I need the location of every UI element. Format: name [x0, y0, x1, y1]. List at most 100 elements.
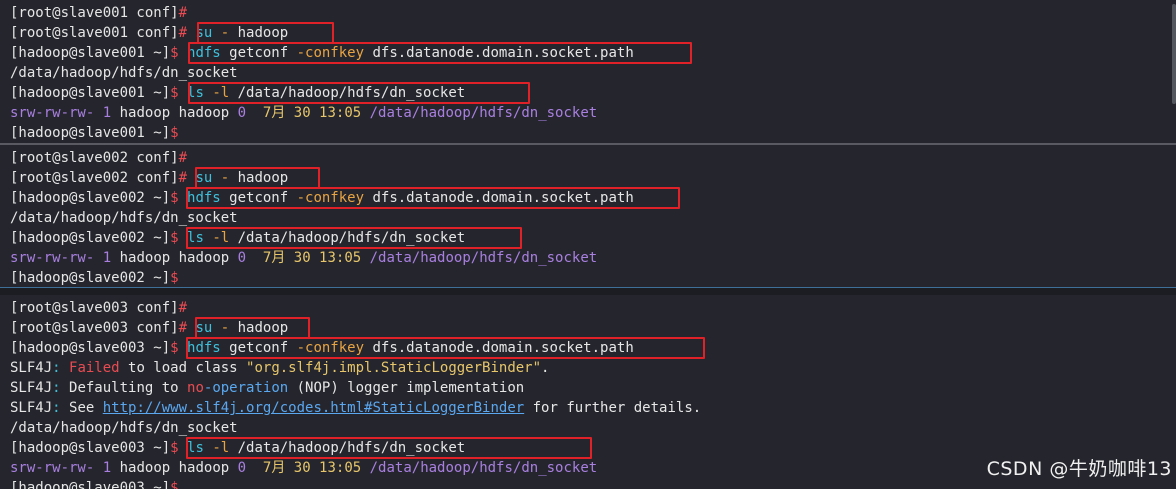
terminal-text: SLF4J	[10, 380, 53, 396]
terminal-text: [hadoop@slave003 ~]	[10, 440, 171, 456]
terminal-text: /data/hadoop/hdfs/dn_socket	[369, 460, 598, 476]
terminal-text: /data/hadoop/hdfs/dn_socket	[10, 210, 238, 226]
terminal-line: /data/hadoop/hdfs/dn_socket	[10, 418, 238, 438]
terminal-pane-slave001[interactable]: [root@slave001 conf]# [root@slave001 conf…	[0, 0, 1176, 143]
terminal-text: #	[178, 170, 196, 186]
terminal-text: Defaulting to	[69, 380, 188, 396]
terminal-text: #	[178, 150, 188, 166]
terminal-text: $	[170, 340, 188, 356]
terminal-text: $	[170, 440, 188, 456]
terminal-text: [root@slave001 conf]	[10, 25, 179, 41]
terminal-text: (NOP) logger implementation	[288, 380, 525, 396]
terminal-text: [root@slave001 conf]	[10, 5, 179, 21]
terminal-text: for further details.	[524, 400, 702, 416]
terminal-text: $	[170, 45, 188, 61]
terminal-text: $	[170, 230, 188, 246]
terminal-text: 0	[237, 250, 247, 266]
command-highlight-box	[188, 42, 692, 64]
terminal-text: #	[178, 320, 196, 336]
command-highlight-box	[195, 167, 320, 189]
terminal-text: :	[52, 400, 70, 416]
terminal-line: [root@slave002 conf]#	[10, 148, 187, 168]
terminal-text: [hadoop@slave003 ~]	[10, 480, 171, 489]
csdn-watermark: CSDN @牛奶咖啡13	[986, 458, 1172, 480]
terminal-text: [root@slave003 conf]	[10, 320, 179, 336]
terminal-text: 1	[102, 460, 112, 476]
terminal-text: [hadoop@slave002 ~]	[10, 230, 171, 246]
terminal-text: .	[541, 360, 550, 376]
terminal-text: 1	[102, 105, 112, 121]
terminal-pane-slave002[interactable]: [root@slave002 conf]# [root@slave002 conf…	[0, 145, 1176, 287]
terminal-text: #	[178, 25, 196, 41]
terminal-text: SLF4J	[10, 400, 53, 416]
terminal-line: srw-rw-rw- 1 hadoop hadoop 0 7月 30 13:05…	[10, 248, 597, 268]
terminal-text: no	[187, 380, 204, 396]
terminal-text: 0	[237, 105, 247, 121]
terminal-text: [hadoop@slave003 ~]	[10, 340, 171, 356]
terminal-text: srw-rw-rw-	[10, 250, 95, 266]
terminal-text: hadoop hadoop	[111, 105, 238, 121]
terminal-text: $	[170, 480, 179, 489]
terminal-text: :	[52, 360, 70, 376]
terminal-text: #	[178, 300, 188, 316]
terminal-line: [hadoop@slave001 ~]$	[10, 123, 179, 143]
terminal-text: /data/hadoop/hdfs/dn_socket	[10, 420, 238, 436]
terminal-line: /data/hadoop/hdfs/dn_socket	[10, 208, 238, 228]
terminal-text: srw-rw-rw-	[10, 105, 95, 121]
terminal-text: hadoop hadoop	[111, 460, 238, 476]
terminal-text: /data/hadoop/hdfs/dn_socket	[369, 250, 598, 266]
terminal-line: [hadoop@slave003 ~]$	[10, 478, 179, 489]
terminal-text: srw-rw-rw-	[10, 460, 95, 476]
terminal-text: 1	[102, 250, 112, 266]
terminal-line: SLF4J: See http://www.slf4j.org/codes.ht…	[10, 398, 701, 418]
terminal-text: $	[170, 125, 179, 141]
terminal-text: 7月 30 13:05	[246, 460, 370, 476]
terminal-text: #	[178, 5, 188, 21]
terminal-line: SLF4J: Defaulting to no-operation (NOP) …	[10, 378, 524, 398]
pane-divider[interactable]	[0, 287, 1176, 295]
terminal-text: SLF4J	[10, 360, 53, 376]
terminal-text: -operation	[203, 380, 289, 396]
terminal-line: srw-rw-rw- 1 hadoop hadoop 0 7月 30 13:05…	[10, 103, 597, 123]
terminal-text: 7月 30 13:05	[246, 105, 370, 121]
terminal-text: [hadoop@slave002 ~]	[10, 270, 171, 286]
command-highlight-box	[186, 227, 522, 249]
command-highlight-box	[188, 82, 530, 104]
terminal-line: [root@slave001 conf]#	[10, 3, 187, 23]
terminal-text: 0	[237, 460, 247, 476]
terminal-text: to load class	[119, 360, 247, 376]
terminal-text: 7月 30 13:05	[246, 250, 370, 266]
terminal-text: [root@slave003 conf]	[10, 300, 179, 316]
terminal-text: $	[170, 190, 188, 206]
terminal-text: $	[170, 270, 179, 286]
command-highlight-box	[197, 22, 334, 44]
terminal-text: [hadoop@slave001 ~]	[10, 85, 171, 101]
command-highlight-box	[186, 187, 680, 209]
command-highlight-box	[186, 437, 592, 459]
command-highlight-box	[186, 337, 705, 359]
terminal-text: [root@slave002 conf]	[10, 150, 179, 166]
scrollbar[interactable]	[1172, 4, 1176, 104]
terminal-line: [root@slave003 conf]#	[10, 298, 187, 318]
terminal-text: :	[52, 380, 70, 396]
terminal-text: See	[69, 400, 103, 416]
terminal-line: SLF4J: Failed to load class "org.slf4j.i…	[10, 358, 549, 378]
terminal-text: [hadoop@slave001 ~]	[10, 125, 171, 141]
terminal-text: $	[170, 85, 188, 101]
terminal-text: /data/hadoop/hdfs/dn_socket	[10, 65, 238, 81]
command-highlight-box	[195, 317, 310, 339]
terminal-line: srw-rw-rw- 1 hadoop hadoop 0 7月 30 13:05…	[10, 458, 597, 478]
terminal-text: Failed	[69, 360, 120, 376]
terminal-text: hadoop hadoop	[111, 250, 238, 266]
url-link[interactable]: http://www.slf4j.org/codes.html#StaticLo…	[103, 400, 524, 416]
terminal-line: /data/hadoop/hdfs/dn_socket	[10, 63, 238, 83]
terminal-text: [root@slave002 conf]	[10, 170, 179, 186]
terminal-line: [hadoop@slave002 ~]$	[10, 268, 179, 287]
terminal-text: "org.slf4j.impl.StaticLoggerBinder"	[246, 360, 542, 376]
terminal-text: [hadoop@slave002 ~]	[10, 190, 171, 206]
terminal-text: /data/hadoop/hdfs/dn_socket	[369, 105, 598, 121]
terminal-text: [hadoop@slave001 ~]	[10, 45, 171, 61]
